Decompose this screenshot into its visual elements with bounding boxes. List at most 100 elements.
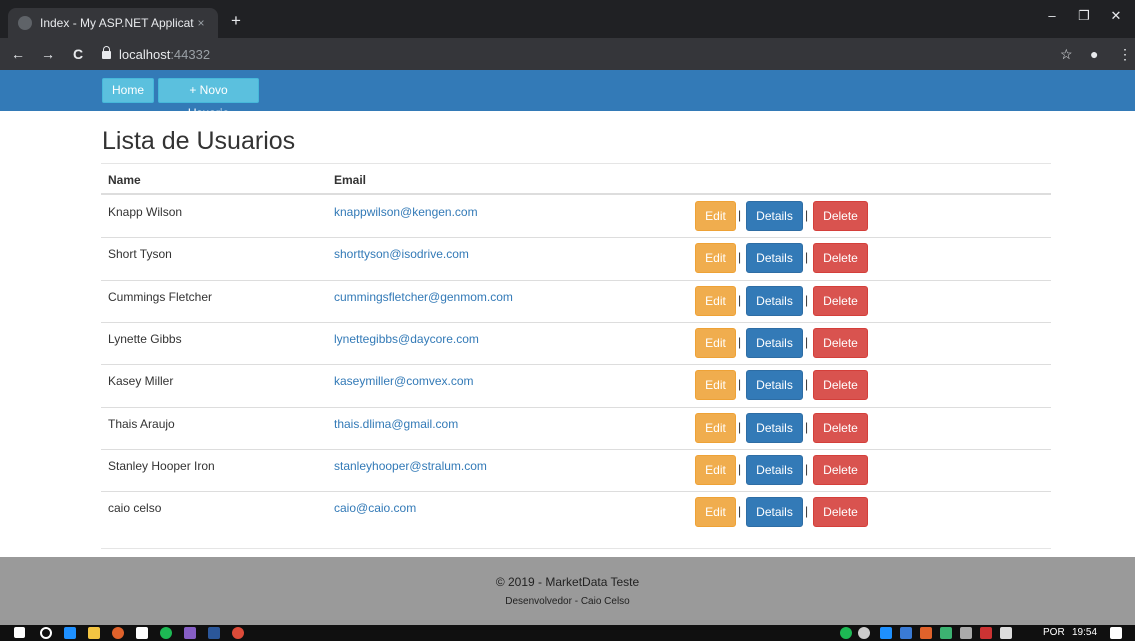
tray-app2-icon[interactable] [920, 627, 932, 639]
action-separator: | [805, 250, 809, 264]
url-field[interactable]: localhost :44332 [102, 46, 211, 62]
edge-icon[interactable] [64, 627, 76, 639]
delete-button[interactable]: Delete [813, 328, 868, 358]
edit-button[interactable]: Edit [695, 201, 736, 231]
new-tab-icon[interactable]: + [226, 12, 246, 32]
action-separator: | [738, 250, 742, 264]
word-icon[interactable] [208, 627, 220, 639]
visual-studio-icon[interactable] [184, 627, 196, 639]
action-separator: | [738, 377, 742, 391]
details-button[interactable]: Details [746, 201, 803, 231]
user-email-link[interactable]: cummingsfletcher@genmom.com [334, 290, 513, 304]
bookmark-star-icon[interactable]: ☆ [1060, 46, 1073, 63]
action-separator: | [738, 208, 742, 222]
user-email-link[interactable]: knappwilson@kengen.com [334, 205, 478, 219]
delete-button[interactable]: Delete [813, 286, 868, 316]
file-explorer-icon[interactable] [88, 627, 100, 639]
search-icon[interactable] [40, 627, 52, 639]
windows-taskbar: POR 19:54 [0, 625, 1135, 641]
details-button[interactable]: Details [746, 243, 803, 273]
windows-start-icon[interactable] [14, 627, 25, 638]
header-name: Name [108, 173, 141, 187]
browser-menu-icon[interactable]: ⋮ [1118, 46, 1132, 63]
edit-button[interactable]: Edit [695, 243, 736, 273]
reload-icon[interactable]: C [66, 46, 90, 62]
url-port: :44332 [170, 46, 211, 62]
tray-network-icon[interactable] [960, 627, 972, 639]
home-button[interactable]: Home [102, 78, 154, 103]
tray-bluetooth-icon[interactable] [880, 627, 892, 639]
delete-button[interactable]: Delete [813, 497, 868, 527]
row-divider [101, 407, 1051, 408]
user-email-link[interactable]: lynettegibbs@daycore.com [334, 332, 479, 346]
details-button[interactable]: Details [746, 455, 803, 485]
back-icon[interactable]: ← [6, 46, 30, 62]
delete-button[interactable]: Delete [813, 413, 868, 443]
footer-copyright: © 2019 - MarketData Teste [495, 575, 640, 589]
tray-spotify-icon[interactable] [840, 627, 852, 639]
footer-developer: Desenvolvedor - Caio Celso [505, 596, 630, 607]
edit-button[interactable]: Edit [695, 370, 736, 400]
user-email-link[interactable]: stanleyhooper@stralum.com [334, 459, 487, 473]
tab-close-icon[interactable]: × [194, 16, 208, 30]
row-divider [101, 491, 1051, 492]
action-separator: | [805, 420, 809, 434]
details-button[interactable]: Details [746, 370, 803, 400]
user-name: Thais Araujo [108, 417, 175, 431]
tray-app3-icon[interactable] [940, 627, 952, 639]
tray-app4-icon[interactable] [980, 627, 992, 639]
action-separator: | [805, 377, 809, 391]
firefox-icon[interactable] [112, 627, 124, 639]
action-separator: | [805, 293, 809, 307]
action-separator: | [805, 504, 809, 518]
user-email-link[interactable]: caio@caio.com [334, 501, 416, 515]
details-button[interactable]: Details [746, 286, 803, 316]
tray-power-icon[interactable] [858, 627, 870, 639]
page-title: Lista de Usuarios [102, 127, 296, 155]
user-email-link[interactable]: shorttyson@isodrive.com [334, 247, 469, 261]
url-host: localhost [119, 46, 171, 62]
store-icon[interactable] [136, 627, 148, 639]
notifications-icon[interactable] [1110, 627, 1122, 639]
spotify-icon[interactable] [160, 627, 172, 639]
tray-clock[interactable]: 19:54 [1072, 627, 1097, 638]
minimize-icon[interactable]: – [1042, 8, 1062, 23]
details-button[interactable]: Details [746, 328, 803, 358]
edit-button[interactable]: Edit [695, 328, 736, 358]
browser-tab-bar: Index - My ASP.NET Application × + – ❐ ✕ [0, 0, 1135, 38]
action-separator: | [738, 504, 742, 518]
chrome-icon[interactable] [232, 627, 244, 639]
tray-volume-icon[interactable] [1000, 627, 1012, 639]
content-divider [101, 548, 1051, 549]
edit-button[interactable]: Edit [695, 497, 736, 527]
delete-button[interactable]: Delete [813, 455, 868, 485]
edit-button[interactable]: Edit [695, 455, 736, 485]
app-navbar: Home + Novo Usuario [0, 70, 1135, 120]
footer [0, 557, 1135, 625]
browser-tab[interactable]: Index - My ASP.NET Application × [8, 8, 218, 38]
tray-language[interactable]: POR [1043, 627, 1065, 638]
header-email: Email [334, 173, 367, 187]
globe-icon [18, 16, 32, 30]
restore-icon[interactable]: ❐ [1074, 8, 1094, 24]
new-user-button[interactable]: + Novo Usuario [158, 78, 259, 120]
tab-title: Index - My ASP.NET Application [40, 16, 194, 30]
window-close-icon[interactable]: ✕ [1106, 8, 1126, 24]
profile-icon[interactable]: ● [1090, 46, 1098, 62]
user-name: Stanley Hooper Iron [108, 459, 215, 473]
row-divider [101, 237, 1051, 238]
delete-button[interactable]: Delete [813, 243, 868, 273]
details-button[interactable]: Details [746, 413, 803, 443]
title-divider [101, 163, 1051, 164]
user-email-link[interactable]: thais.dlima@gmail.com [334, 417, 458, 431]
delete-button[interactable]: Delete [813, 201, 868, 231]
tray-app-icon[interactable] [900, 627, 912, 639]
details-button[interactable]: Details [746, 497, 803, 527]
user-email-link[interactable]: kaseymiller@comvex.com [334, 374, 474, 388]
forward-icon[interactable]: → [36, 46, 60, 62]
user-name: Kasey Miller [108, 374, 174, 388]
edit-button[interactable]: Edit [695, 413, 736, 443]
edit-button[interactable]: Edit [695, 286, 736, 316]
delete-button[interactable]: Delete [813, 370, 868, 400]
lock-icon [102, 46, 111, 59]
